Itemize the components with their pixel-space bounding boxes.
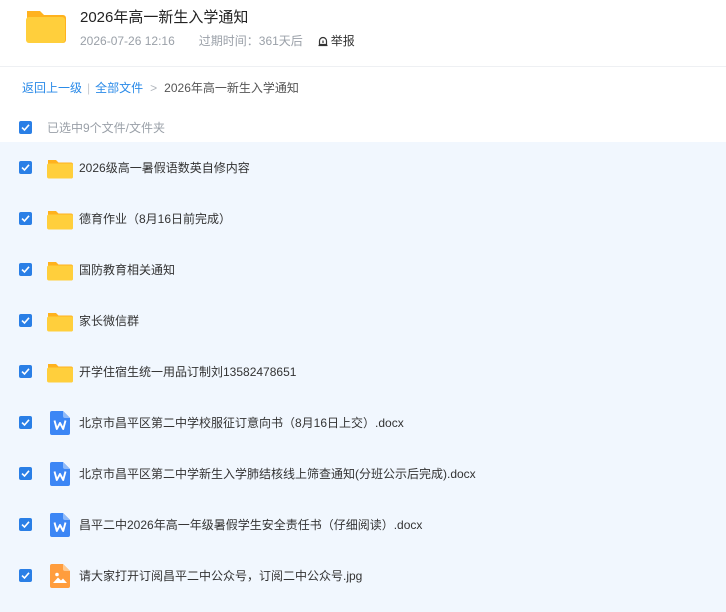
share-header: 2026年高一新生入学通知 2026-07-26 12:16 过期时间： 361… (0, 0, 726, 67)
expire-label: 过期时间： (198, 34, 259, 48)
checkmark-icon (21, 521, 30, 529)
file-checkbox[interactable] (19, 518, 32, 531)
file-name[interactable]: 北京市昌平区第二中学新生入学肺结核线上筛查通知(分班公示后完成).docx (79, 465, 476, 482)
share-datetime: 2026-07-26 12:16 (80, 33, 175, 48)
word-doc-icon (46, 409, 74, 437)
file-name[interactable]: 开学住宿生统一用品订制刘13582478651 (79, 363, 296, 380)
file-name[interactable]: 国防教育相关通知 (79, 261, 175, 278)
checkmark-icon (21, 419, 30, 427)
checkmark-icon (21, 164, 30, 172)
file-name[interactable]: 昌平二中2026年高一年级暑假学生安全责任书（仔细阅读）.docx (79, 516, 422, 533)
folder-icon (46, 307, 74, 335)
file-row[interactable]: 昌平二中2026年高一年级暑假学生安全责任书（仔细阅读）.docx (0, 499, 726, 550)
file-row[interactable]: 北京市昌平区第二中学校服征订意向书（8月16日上交）.docx (0, 397, 726, 448)
file-checkbox[interactable] (19, 467, 32, 480)
checkmark-icon (21, 266, 30, 274)
file-checkbox[interactable] (19, 569, 32, 582)
file-row[interactable]: 国防教育相关通知 (0, 244, 726, 295)
file-checkbox[interactable] (19, 416, 32, 429)
file-row[interactable]: 家长微信群 (0, 295, 726, 346)
folder-icon (46, 358, 74, 386)
alarm-icon (318, 36, 328, 46)
checkmark-icon (21, 123, 30, 131)
checkmark-icon (21, 470, 30, 478)
checkmark-icon (21, 368, 30, 376)
file-name[interactable]: 德育作业（8月16日前完成） (79, 210, 231, 227)
folder-icon (46, 205, 74, 233)
word-doc-icon (46, 511, 74, 539)
select-all-bar: 已选中9个文件/文件夹 (0, 114, 726, 140)
file-row[interactable]: 北京市昌平区第二中学新生入学肺结核线上筛查通知(分班公示后完成).docx (0, 448, 726, 499)
folder-icon (46, 154, 74, 182)
breadcrumb-back-link[interactable]: 返回上一级 (22, 79, 82, 96)
image-file-icon (46, 562, 74, 590)
checkmark-icon (21, 572, 30, 580)
file-row[interactable]: 德育作业（8月16日前完成） (0, 193, 726, 244)
file-name[interactable]: 家长微信群 (79, 312, 139, 329)
file-checkbox[interactable] (19, 263, 32, 276)
share-meta: 2026-07-26 12:16 过期时间： 361天后 举报 (80, 32, 355, 49)
file-checkbox[interactable] (19, 314, 32, 327)
file-checkbox[interactable] (19, 365, 32, 378)
file-row[interactable]: 2026级高一暑假语数英自修内容 (0, 142, 726, 193)
file-list: 2026级高一暑假语数英自修内容 德育作业（8月16日前完成） 国防教育相关通知 家长… (0, 142, 726, 612)
file-name[interactable]: 2026级高一暑假语数英自修内容 (79, 159, 250, 176)
checkmark-icon (21, 317, 30, 325)
breadcrumb-divider: | (87, 80, 91, 95)
breadcrumb-current: 2026年高一新生入学通知 (164, 81, 299, 95)
file-name[interactable]: 北京市昌平区第二中学校服征订意向书（8月16日上交）.docx (79, 414, 404, 431)
folder-icon (46, 256, 74, 284)
breadcrumb: 返回上一级 | 全部文件 > 2026年高一新生入学通知 (22, 79, 299, 96)
file-name[interactable]: 请大家打开订阅昌平二中公众号，订阅二中公众号.jpg (79, 567, 362, 584)
word-doc-icon (46, 460, 74, 488)
file-row[interactable]: 开学住宿生统一用品订制刘13582478651 (0, 346, 726, 397)
expire-value: 361天后 (258, 34, 303, 48)
checkmark-icon (21, 215, 30, 223)
folder-icon (22, 2, 68, 48)
report-button[interactable]: 举报 (317, 32, 355, 49)
selection-count: 已选中9个文件/文件夹 (47, 120, 166, 135)
breadcrumb-chevron-icon: > (150, 80, 158, 95)
select-all-checkbox[interactable] (19, 120, 32, 134)
report-label: 举报 (330, 34, 355, 48)
file-checkbox[interactable] (19, 212, 32, 225)
breadcrumb-all-files-link[interactable]: 全部文件 (95, 79, 143, 96)
file-checkbox[interactable] (19, 161, 32, 174)
page-title: 2026年高一新生入学通知 (80, 9, 249, 26)
file-row[interactable]: 请大家打开订阅昌平二中公众号，订阅二中公众号.jpg (0, 550, 726, 601)
